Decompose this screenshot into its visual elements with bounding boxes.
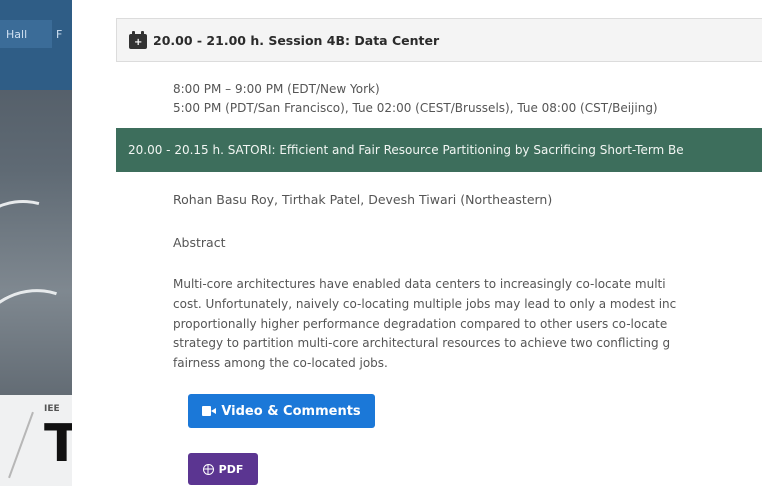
globe-icon [202,463,214,475]
video-camera-icon [202,406,217,416]
top-nav: Hall F [0,0,72,90]
session-title: 20.00 - 21.00 h. Session 4B: Data Center [153,32,440,48]
abstract-line: fairness among the co-located jobs. [173,356,388,371]
nav-item-hall[interactable]: Hall [0,20,52,48]
session-header[interactable]: + 20.00 - 21.00 h. Session 4B: Data Cent… [116,18,762,62]
abstract-line: proportionally higher performance degrad… [173,316,668,331]
time-line-eastern: 8:00 PM – 9:00 PM (EDT/New York) [173,82,380,96]
paper-title: 20.00 - 20.15 h. SATORI: Efficient and F… [128,143,684,157]
logo-small-text: IEE [44,404,60,414]
abstract-text: Multi-core architectures have enabled da… [173,275,762,374]
pdf-button-label: PDF [218,462,244,476]
nav-item-next[interactable]: F [56,20,72,48]
logo-big-letter: T [44,414,72,474]
abstract-line: Multi-core architectures have enabled da… [173,277,666,291]
pdf-button[interactable]: PDF [188,453,258,485]
paper-title-bar[interactable]: 20.00 - 20.15 h. SATORI: Efficient and F… [116,128,762,172]
paper-authors: Rohan Basu Roy, Tirthak Patel, Devesh Ti… [173,192,553,207]
session-times: 8:00 PM – 9:00 PM (EDT/New York) 5:00 PM… [173,80,658,118]
abstract-line: cost. Unfortunately, naively co-locating… [173,296,677,311]
video-comments-button[interactable]: Video & Comments [188,394,375,428]
video-button-label: Video & Comments [221,403,361,419]
abstract-label: Abstract [173,235,226,250]
background-image: Hall F IEE T [0,0,72,486]
abstract-line: strategy to partition multi-core archite… [173,336,671,351]
time-line-other-zones: 5:00 PM (PDT/San Francisco), Tue 02:00 (… [173,101,658,115]
calendar-plus-icon: + [129,31,147,49]
